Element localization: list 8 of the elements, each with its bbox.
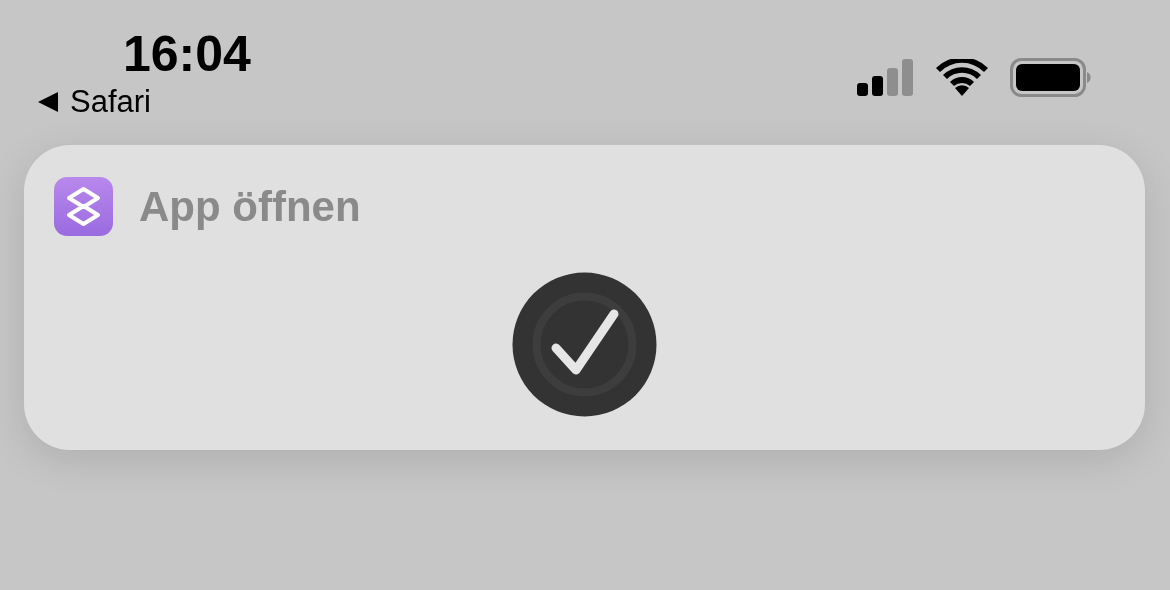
back-triangle-icon [38, 92, 60, 112]
status-time: 16:04 [123, 25, 251, 84]
notification-title: App öffnen [139, 182, 361, 232]
app-icon [54, 177, 113, 236]
signal-icon [857, 59, 914, 96]
wifi-icon [936, 59, 988, 96]
battery-icon [1010, 58, 1092, 97]
back-link[interactable]: Safari [38, 84, 251, 120]
